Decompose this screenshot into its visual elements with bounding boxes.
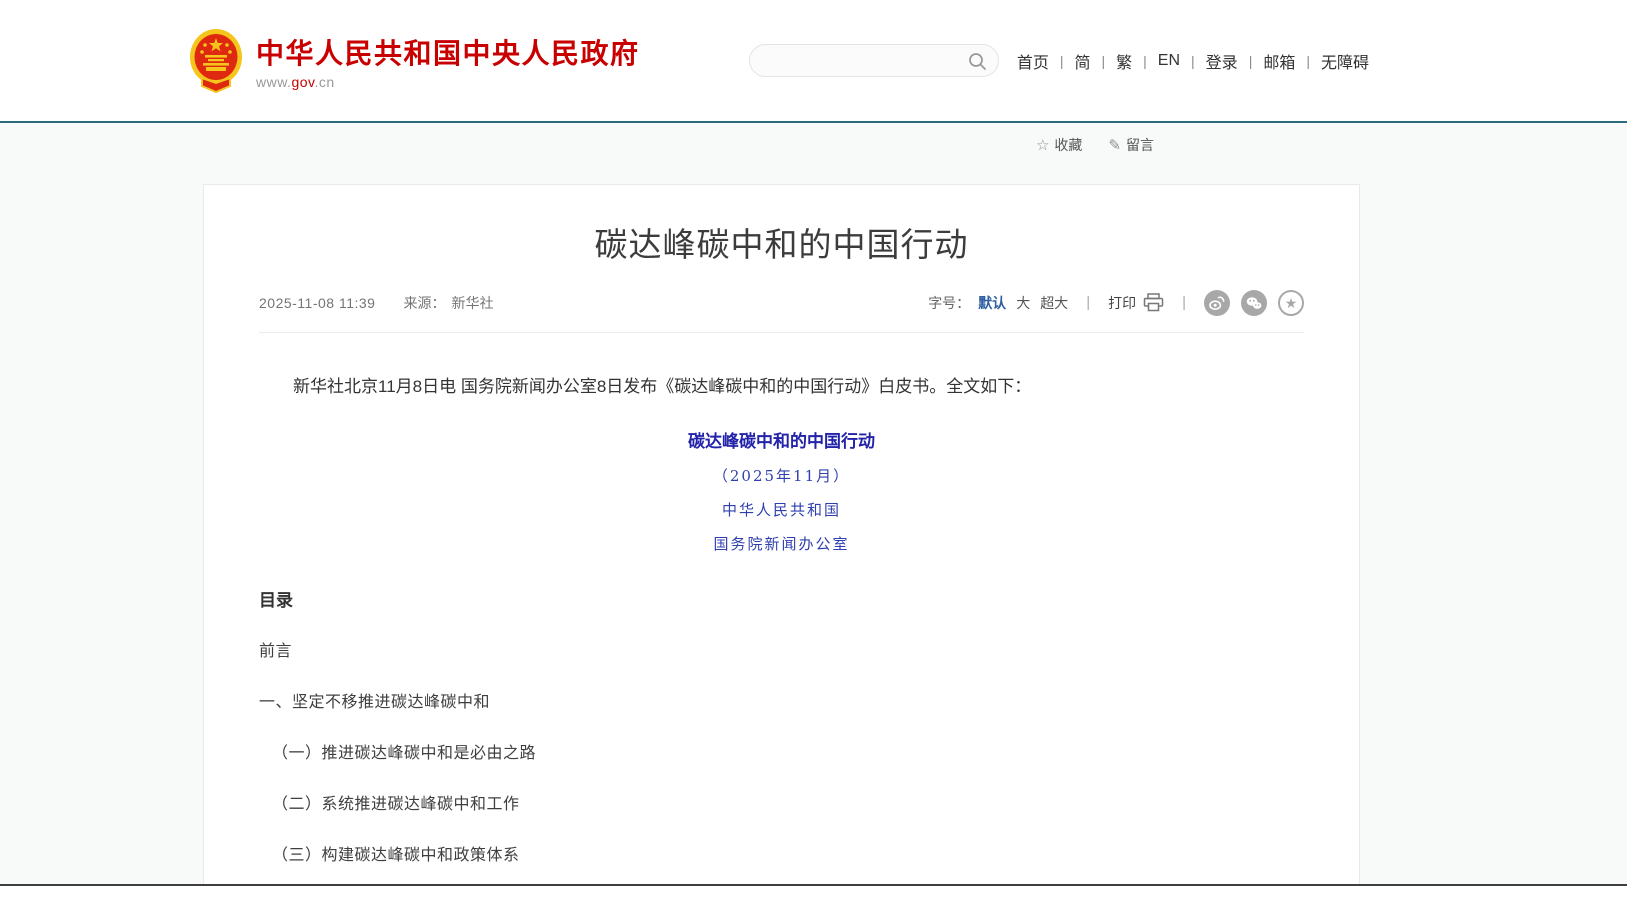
site-brand[interactable]: 中华人民共和国中央人民政府 www.gov.cn (188, 28, 640, 94)
top-nav-item[interactable]: 登录 (1206, 49, 1264, 73)
weibo-share-icon[interactable] (1204, 290, 1230, 316)
fontsize-label: 字号： (928, 293, 970, 313)
national-emblem-logo (188, 28, 244, 94)
printer-icon (1143, 293, 1164, 312)
article-meta-row: 2025-11-08 11:39 来源： 新华社 字号： 默认 大 超大 | 打… (259, 290, 1304, 316)
top-nav-item[interactable]: 无障碍 (1321, 49, 1369, 73)
comment-label: 留言 (1126, 135, 1154, 155)
search-box[interactable] (749, 44, 999, 77)
article-title: 碳达峰碳中和的中国行动 (259, 223, 1304, 268)
document-org-line-2: 国务院新闻办公室 (259, 533, 1304, 554)
divider: | (1086, 294, 1090, 311)
page-background: ☆ 收藏 ✎ 留言 碳达峰碳中和的中国行动 2025-11-08 11:39 来… (0, 123, 1627, 884)
print-button[interactable]: 打印 (1108, 293, 1164, 313)
star-share-glyph: ★ (1285, 296, 1298, 310)
divider: | (1182, 294, 1186, 311)
table-of-contents: 前言一、坚定不移推进碳达峰碳中和 （一）推进碳达峰碳中和是必由之路 （二）系统推进碳… (259, 637, 1304, 884)
top-nav-item[interactable]: 简 (1074, 49, 1116, 73)
action-bar: ☆ 收藏 ✎ 留言 (203, 135, 1360, 155)
source-value[interactable]: 新华社 (451, 293, 493, 313)
site-header: 中华人民共和国中央人民政府 www.gov.cn 首页简繁EN登录邮箱无障碍 (0, 0, 1627, 123)
lead-paragraph: 新华社北京11月8日电 国务院新闻办公室8日发布《碳达峰碳中和的中国行动》白皮书… (259, 373, 1304, 401)
toc-item: （二）系统推进碳达峰碳中和工作 (259, 790, 1304, 814)
viewport-bottom-edge (0, 884, 1627, 886)
meta-divider-line (259, 332, 1304, 333)
share-icons: ★ (1204, 290, 1304, 316)
print-label: 打印 (1108, 293, 1136, 313)
source-label: 来源： (403, 293, 445, 313)
fontsize-default-button[interactable]: 默认 (978, 293, 1006, 313)
pencil-icon: ✎ (1108, 136, 1121, 154)
comment-button[interactable]: ✎ 留言 (1108, 135, 1154, 155)
top-nav-item[interactable]: 繁 (1116, 49, 1158, 73)
wechat-share-icon[interactable] (1241, 290, 1267, 316)
search-input[interactable] (750, 45, 998, 76)
search-icon[interactable] (968, 52, 987, 71)
top-nav-item[interactable]: EN (1158, 52, 1206, 70)
toc-item: 前言 (259, 637, 1304, 661)
favorite-button[interactable]: ☆ 收藏 (1036, 135, 1082, 155)
site-title: 中华人民共和国中央人民政府 (256, 32, 640, 72)
site-url-cn: .cn (315, 74, 335, 90)
site-url-www: www. (256, 74, 291, 90)
more-share-icon[interactable]: ★ (1278, 290, 1304, 316)
favorite-label: 收藏 (1054, 135, 1082, 155)
toc-item: （三）构建碳达峰碳中和政策体系 (259, 841, 1304, 865)
toc-heading: 目录 (259, 586, 1304, 611)
document-date-line: （2025年11月） (259, 465, 1304, 486)
article-container: 碳达峰碳中和的中国行动 2025-11-08 11:39 来源： 新华社 字号：… (203, 184, 1360, 884)
fontsize-large-button[interactable]: 大 (1016, 293, 1030, 313)
top-nav-item[interactable]: 邮箱 (1263, 49, 1321, 73)
toc-item: 一、坚定不移推进碳达峰碳中和 (259, 688, 1304, 712)
top-nav: 首页简繁EN登录邮箱无障碍 (1017, 49, 1369, 73)
site-url: www.gov.cn (256, 74, 640, 90)
publish-date: 2025-11-08 11:39 (259, 295, 375, 311)
star-icon: ☆ (1036, 136, 1049, 154)
toc-item: （一）推进碳达峰碳中和是必由之路 (259, 739, 1304, 763)
document-org-line-1: 中华人民共和国 (259, 499, 1304, 520)
top-nav-item[interactable]: 首页 (1017, 49, 1075, 73)
document-title: 碳达峰碳中和的中国行动 (259, 427, 1304, 452)
fontsize-xlarge-button[interactable]: 超大 (1040, 293, 1068, 313)
site-url-gov: gov (291, 74, 314, 90)
